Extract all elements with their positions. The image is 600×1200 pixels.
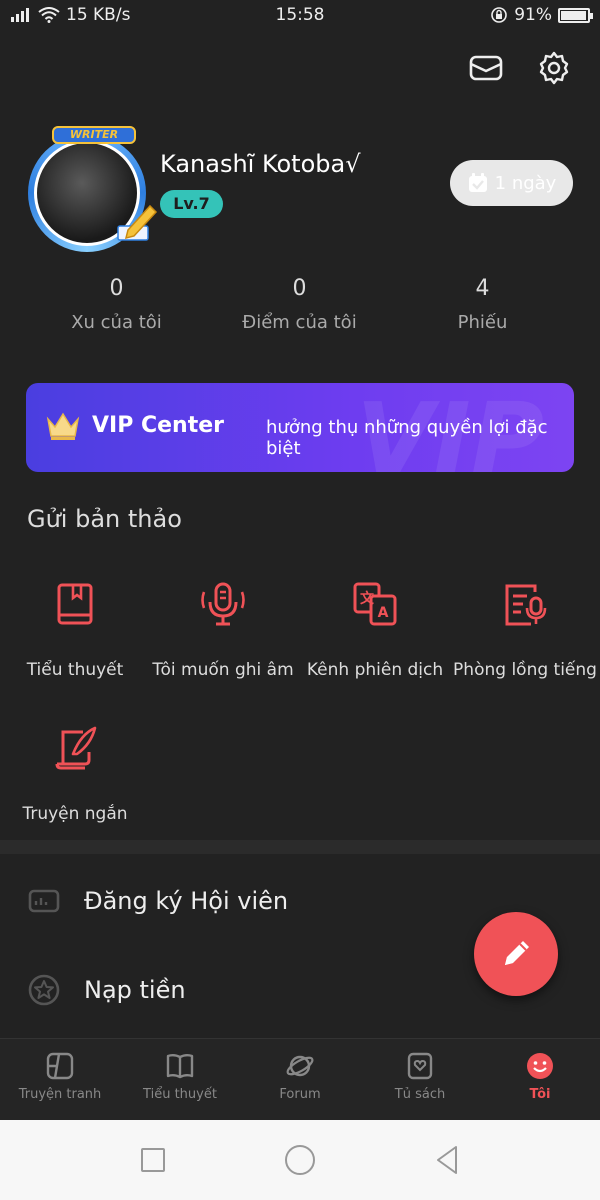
tab-label: Tôi <box>529 1087 551 1102</box>
avatar[interactable]: WRITER <box>22 126 158 252</box>
tab-comics[interactable]: Truyện tranh <box>0 1039 120 1120</box>
stats-row: 0 Xu của tôi 0 Điểm của tôi 4 Phiếu <box>25 272 575 333</box>
status-bar: 15 KB/s 15:58 91% <box>0 0 600 32</box>
membership-card-icon <box>28 889 60 913</box>
planet-icon <box>286 1055 314 1077</box>
dubbing-icon <box>505 584 547 626</box>
bookshelf-icon <box>407 1052 433 1080</box>
stat-label: Điểm của tôi <box>242 312 357 333</box>
battery-percent: 91% <box>514 5 552 25</box>
calendar-check-icon <box>468 173 487 192</box>
translate-icon: 文 A <box>353 582 397 626</box>
vip-title: VIP Center <box>92 413 225 438</box>
stat-value: 0 <box>109 276 124 301</box>
settings-icon[interactable] <box>536 50 572 86</box>
stat-points[interactable]: 0 Điểm của tôi <box>208 272 391 333</box>
pencil-icon <box>505 941 529 965</box>
menu-topup[interactable]: Nạp tiền <box>26 965 426 1015</box>
tab-forum[interactable]: Forum <box>240 1039 360 1120</box>
svg-text:A: A <box>378 605 389 621</box>
tab-label: Tiểu thuyết <box>143 1087 217 1102</box>
recent-apps-icon[interactable] <box>136 1143 170 1177</box>
tool-short-story[interactable]: Truyện ngắn <box>0 724 150 824</box>
tool-label: Tiểu thuyết <box>26 660 124 680</box>
stat-label: Xu của tôi <box>71 312 162 333</box>
home-icon[interactable] <box>283 1143 317 1177</box>
rotation-lock-icon <box>491 7 508 23</box>
tab-bookshelf[interactable]: Tủ sách <box>360 1039 480 1120</box>
stat-value: 0 <box>292 276 307 301</box>
tool-label: Kênh phiên dịch <box>306 660 444 680</box>
svg-text:文: 文 <box>360 590 375 607</box>
tool-label: Phòng lồng tiếng <box>453 660 597 680</box>
vip-center-banner[interactable]: VIP VIP Center hưởng thụ những quyền lợi… <box>26 383 574 472</box>
menu-label: Đăng ký Hội viên <box>84 887 289 915</box>
pen-badge-icon <box>117 204 158 241</box>
quill-icon <box>55 726 97 770</box>
system-nav-bar <box>0 1120 600 1200</box>
smile-face-icon <box>527 1053 553 1079</box>
writer-badge: WRITER <box>52 126 136 144</box>
microphone-icon <box>201 582 245 626</box>
tool-dubbing[interactable]: Phòng lồng tiếng <box>450 580 600 680</box>
tool-label: Tôi muốn ghi âm <box>152 660 294 680</box>
section-title: Gửi bản thảo <box>27 505 182 533</box>
username: Kanashĩ Kotoba√ <box>160 150 361 178</box>
tab-novels[interactable]: Tiểu thuyết <box>120 1039 240 1120</box>
crown-icon <box>46 412 80 440</box>
menu-label: Nạp tiền <box>84 976 186 1004</box>
clock: 15:58 <box>275 5 325 25</box>
open-book-icon <box>166 1054 194 1079</box>
stat-label: Phiếu <box>457 312 508 333</box>
stat-value: 4 <box>475 276 490 301</box>
tab-label: Tủ sách <box>394 1087 446 1102</box>
section-divider <box>0 840 600 854</box>
write-button[interactable] <box>474 912 558 996</box>
coin-star-icon <box>28 974 60 1006</box>
checkin-label: 1 ngày <box>494 172 557 194</box>
mail-icon[interactable] <box>468 50 504 86</box>
back-icon[interactable] <box>430 1143 464 1177</box>
comic-icon <box>46 1052 74 1080</box>
tab-me[interactable]: Tôi <box>480 1039 600 1120</box>
bottom-tab-bar: Truyện tranh Tiểu thuyết Forum Tủ sách T… <box>0 1038 600 1120</box>
stat-tickets[interactable]: 4 Phiếu <box>391 272 574 333</box>
menu-membership[interactable]: Đăng ký Hội viên <box>26 876 426 926</box>
vip-subtitle: hưởng thụ những quyền lợi đặc biệt <box>266 417 548 459</box>
tool-record[interactable]: Tôi muốn ghi âm <box>148 580 298 680</box>
tool-novel[interactable]: Tiểu thuyết <box>0 580 150 680</box>
tool-label: Truyện ngắn <box>22 804 128 824</box>
checkin-button[interactable]: 1 ngày <box>450 160 573 206</box>
book-icon <box>57 583 93 625</box>
tab-label: Forum <box>279 1087 321 1102</box>
level-badge: Lv.7 <box>160 190 223 218</box>
tab-label: Truyện tranh <box>18 1087 102 1102</box>
battery-icon <box>558 7 593 23</box>
stat-coins[interactable]: 0 Xu của tôi <box>25 272 208 333</box>
tool-translate[interactable]: 文 A Kênh phiên dịch <box>300 580 450 680</box>
